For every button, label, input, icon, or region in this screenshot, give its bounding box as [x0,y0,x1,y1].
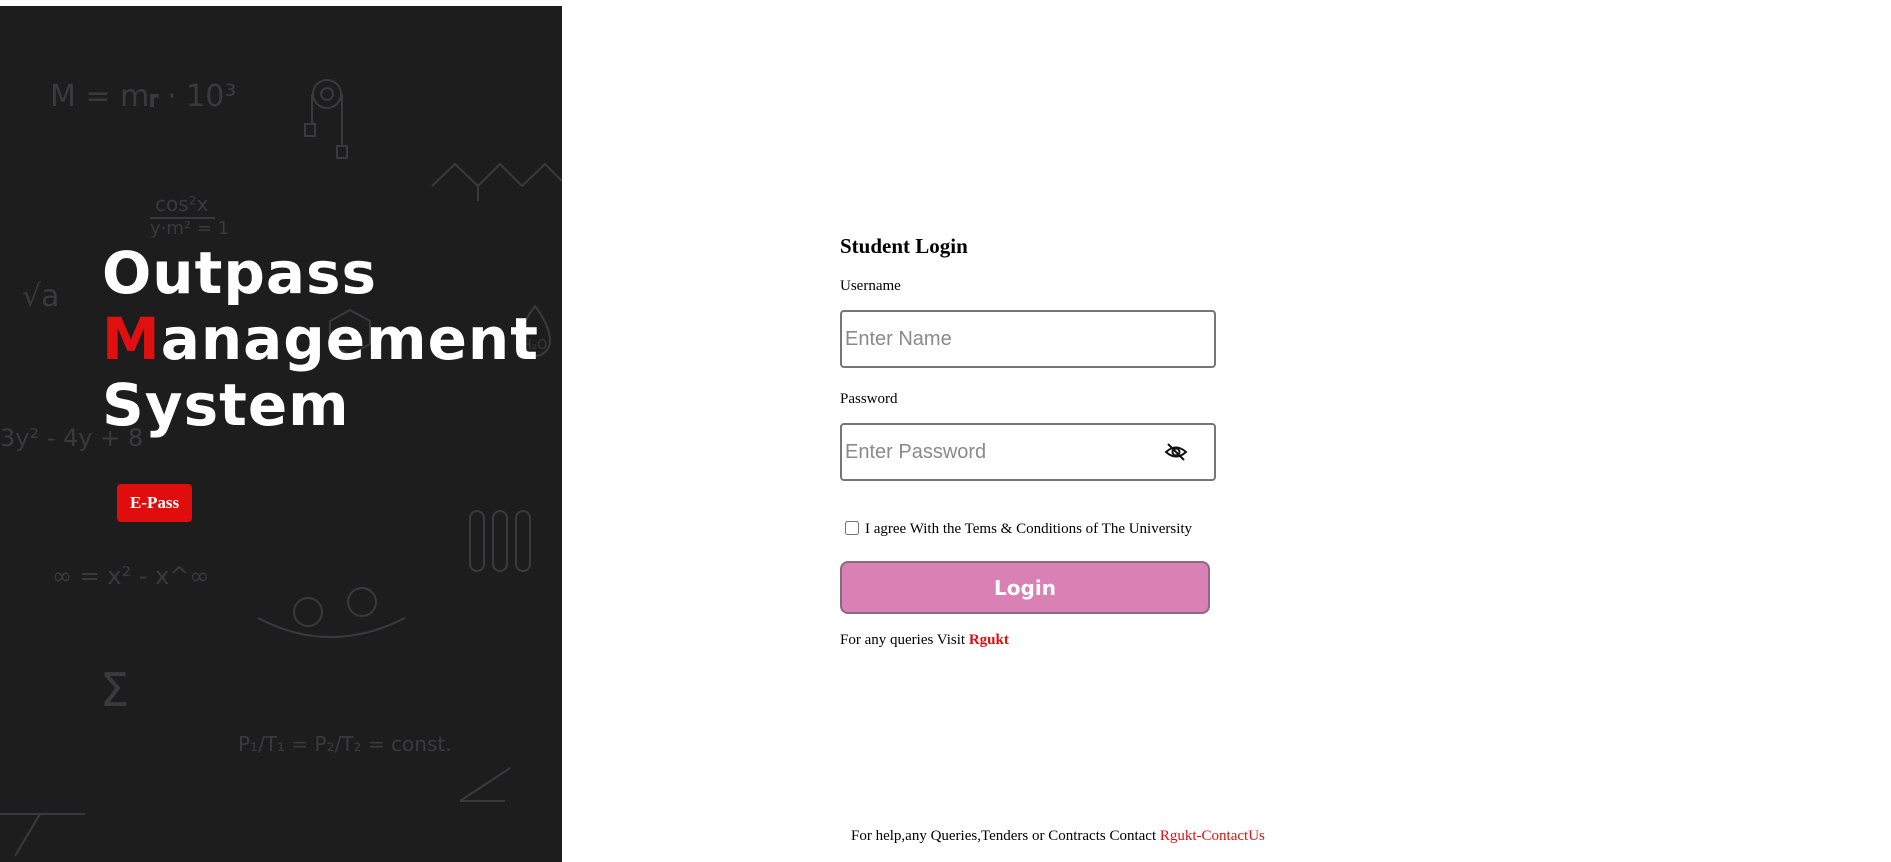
title-line-1: Outpass [102,239,378,307]
terms-label: I agree With the Tems & Conditions of Th… [865,521,1193,537]
svg-text:P₁/T₁ = P₂/T₂ = const.: P₁/T₁ = P₂/T₂ = const. [238,732,452,756]
query-line: For any queries Visit Rgukt [840,632,1009,649]
title-line-2: anagement [160,305,539,373]
title-line-3: System [102,371,350,439]
epass-badge: E-Pass [117,484,192,522]
app-title: Outpass Management System [102,240,539,438]
password-input[interactable] [842,425,1145,479]
terms-checkbox[interactable] [845,520,859,535]
password-field [840,423,1216,481]
svg-text:cos²x: cos²x [155,192,209,216]
password-label: Password [840,391,898,407]
terms-row: I agree With the Tems & Conditions of Th… [845,519,1193,537]
svg-text:√a: √a [22,279,60,314]
branding-panel: M = mr · 10³ cos²x y·m² = 1 √a H₂O 3y² -… [0,6,562,862]
footer-text: For help,any Queries,Tenders or Contract… [851,828,1157,844]
contact-us-link[interactable]: Rgukt-ContactUs [1160,828,1265,844]
login-button[interactable]: Login [840,561,1210,614]
svg-text:∞ = x² - x^∞: ∞ = x² - x^∞ [52,562,209,590]
username-field [840,310,1216,368]
login-heading: Student Login [840,234,968,258]
title-accent-letter: M [102,305,161,373]
svg-text:M = mr · 10³: M = mr · 10³ [50,79,236,114]
username-input[interactable] [842,312,1145,366]
username-label: Username [840,278,901,294]
query-text: For any queries Visit [840,632,966,648]
svg-text:y·m² = 1: y·m² = 1 [150,218,229,239]
rgukt-link[interactable]: Rgukt [969,632,1009,648]
eye-slash-icon[interactable] [1164,441,1188,463]
svg-text:Σ: Σ [100,663,129,717]
footer: For help,any Queries,Tenders or Contract… [851,828,1265,845]
